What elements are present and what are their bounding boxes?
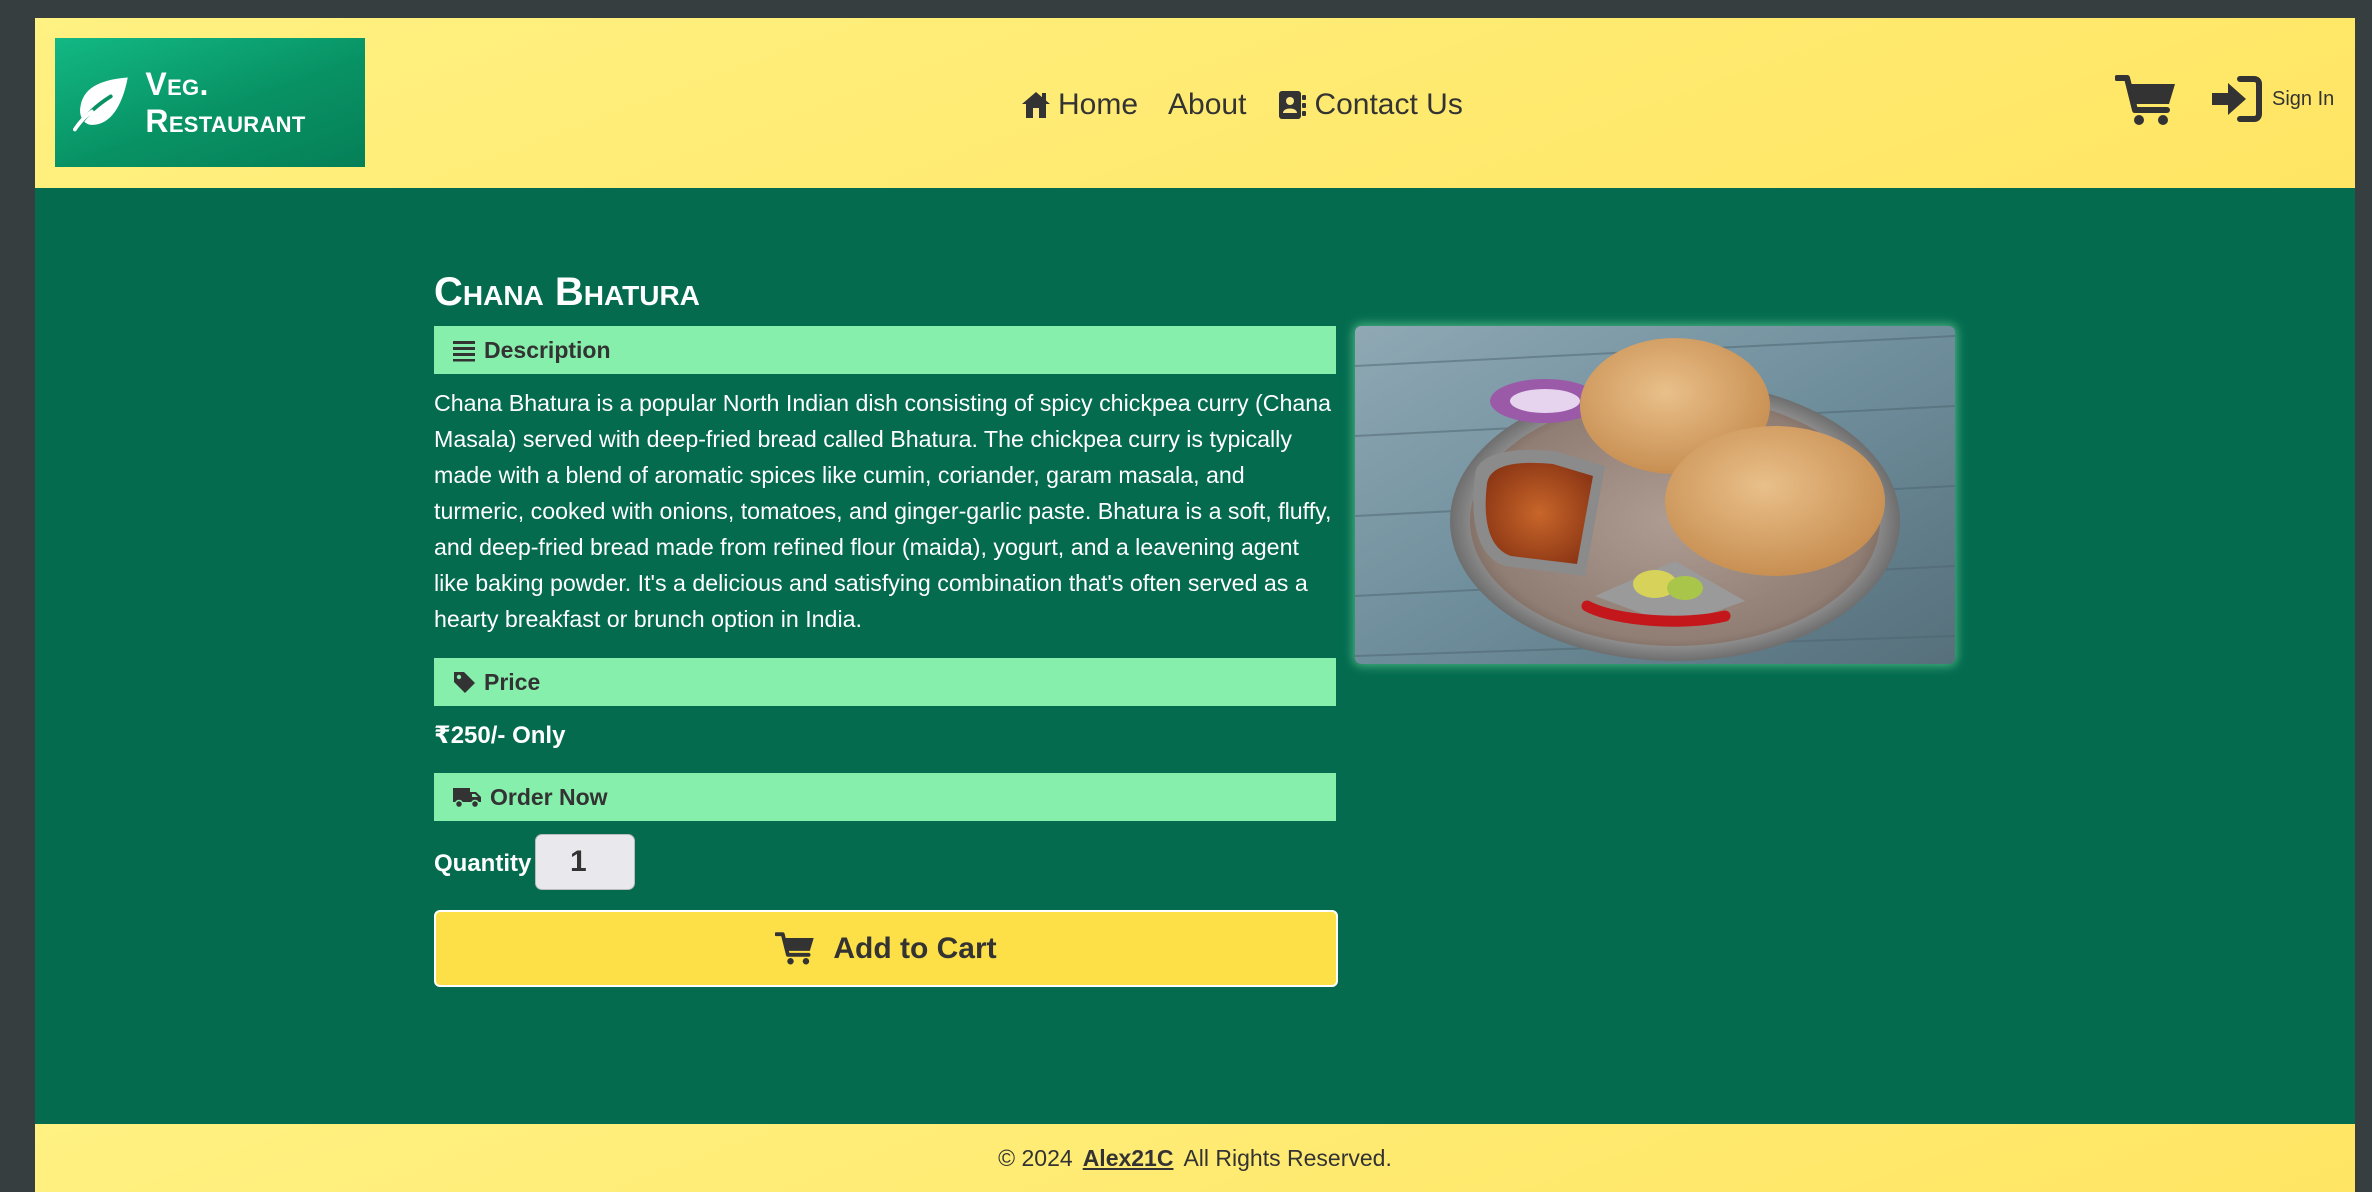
price-heading: Price [484,668,541,695]
order-header: Order Now [434,773,1336,821]
sign-in-label: Sign In [2272,87,2335,110]
nav-home-label: Home [1058,88,1139,121]
product-price: ₹250/- Only [434,722,566,749]
contact-card-icon [1279,91,1307,119]
rights-text: All Rights Reserved. [1183,1144,1392,1171]
brand-logo[interactable]: Veg. Restaurant [55,38,365,167]
order-heading: Order Now [490,783,608,810]
page-frame: Veg. Restaurant Home About Contact Us Si… [35,18,2355,1192]
nav-about[interactable]: About [1168,88,1246,122]
description-heading: Description [484,336,611,363]
brand-name: Veg. Restaurant [145,65,306,139]
site-header: Veg. Restaurant Home About Contact Us Si… [35,18,2355,188]
nav-about-label: About [1168,88,1247,121]
site-footer: © 2024 Alex21C All Rights Reserved. [35,1124,2355,1192]
add-to-cart-button[interactable]: Add to Cart [434,910,1338,987]
leaf-icon [73,77,128,131]
product-description: Chana Bhatura is a popular North Indian … [434,390,1332,632]
product-image [1355,326,1955,664]
product-title: Chana Bhatura [434,270,700,314]
cart-icon [775,931,815,964]
sign-in-icon [2212,76,2262,122]
nav-contact-label: Contact Us [1314,88,1463,121]
main-nav: Home About Contact Us [1020,83,1463,127]
description-header: Description [434,326,1336,374]
home-icon [1022,92,1050,118]
cart-icon[interactable] [2115,74,2177,128]
product-main: Chana Bhatura Description Chana Bhatura … [35,188,2355,1142]
truck-icon [453,788,481,809]
nav-contact[interactable]: Contact Us [1276,88,1463,122]
quantity-input[interactable] [535,834,635,890]
price-header: Price [434,658,1336,706]
list-icon [453,341,475,362]
tag-icon [454,672,475,693]
author-link[interactable]: Alex21C [1083,1145,1174,1172]
copyright-text: © 2024 [998,1144,1073,1171]
chana-bhatura-photo [1355,326,1955,664]
nav-home[interactable]: Home [1020,88,1138,122]
sign-in-button[interactable]: Sign In [2210,76,2334,122]
quantity-label: Quantity [434,850,532,877]
add-to-cart-label: Add to Cart [833,931,997,965]
